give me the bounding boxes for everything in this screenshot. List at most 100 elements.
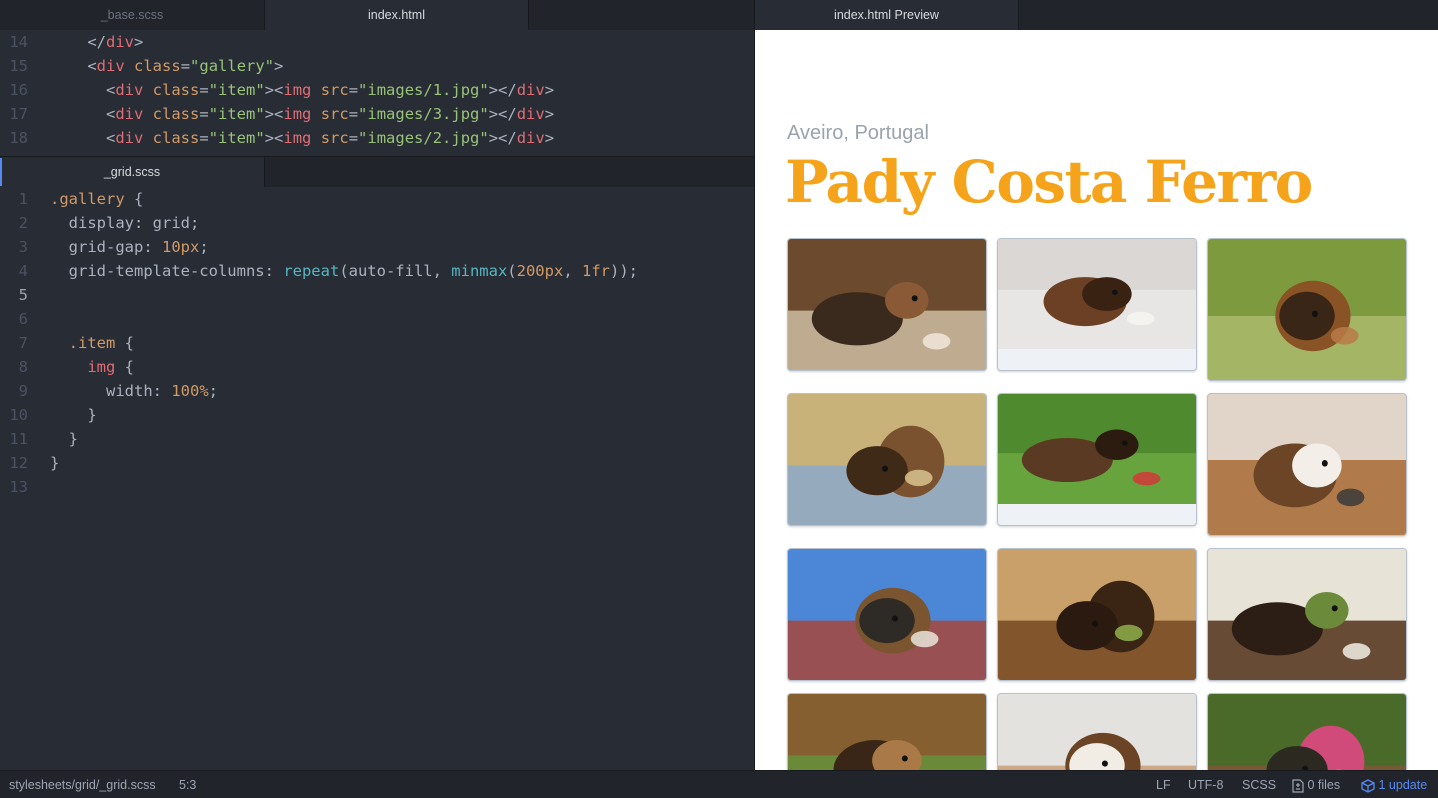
location-subtitle: Aveiro, Portugal (787, 122, 929, 144)
line-number: 12 (9, 454, 28, 472)
scss-editor[interactable]: 1 .gallery {2 display: grid; 3 grid-gap: 1… (0, 187, 754, 770)
gallery-photo (998, 549, 1196, 680)
line-number: 15 (9, 57, 28, 75)
tab-base-scss[interactable]: _base.scss (0, 0, 265, 30)
gallery-photo (788, 239, 986, 370)
tab-index-html[interactable]: index.html (265, 0, 529, 30)
gallery-photo (998, 694, 1196, 770)
code-text: <div class="gallery"> (50, 57, 284, 75)
code-text: img { (50, 358, 134, 376)
cursor-position[interactable]: 5:3 (179, 771, 196, 798)
gallery-photo (788, 394, 986, 525)
gallery-item[interactable] (787, 393, 987, 526)
code-line[interactable]: 18 <div class="item"><img src="images/2.… (0, 126, 754, 150)
grammar[interactable]: SCSS (1242, 771, 1276, 798)
code-text: .item { (50, 334, 134, 352)
code-line[interactable]: 3 grid-gap: 10px; (0, 235, 754, 259)
code-text: .gallery { (50, 190, 144, 208)
code-line[interactable]: 6 (0, 307, 754, 331)
gallery-grid (787, 238, 1408, 770)
code-line[interactable]: 14 </div> (0, 30, 754, 54)
code-line[interactable]: 1 .gallery { (0, 187, 754, 211)
gallery-photo (1208, 549, 1406, 680)
code-line[interactable]: 16 <div class="item"><img src="images/1.… (0, 78, 754, 102)
code-line[interactable]: 7 .item { (0, 331, 754, 355)
gallery-photo (1208, 239, 1406, 380)
package-icon (1361, 778, 1375, 793)
code-line[interactable]: 17 <div class="item"><img src="images/3.… (0, 102, 754, 126)
line-number: 10 (9, 406, 28, 424)
code-line[interactable]: 2 display: grid; (0, 211, 754, 235)
gallery-photo (998, 239, 1196, 349)
line-number: 8 (18, 358, 28, 376)
status-bar: stylesheets/grid/_grid.scss 5:3 LF UTF-8… (0, 770, 1438, 798)
right-tab-bar: index.html Preview (755, 0, 1438, 30)
code-text: } (50, 406, 97, 424)
code-text: display: grid; (50, 214, 200, 232)
line-number: 6 (18, 310, 28, 328)
gallery-item[interactable] (787, 548, 987, 681)
tab-grid-scss[interactable]: _grid.scss (0, 157, 265, 187)
git-files[interactable]: 0 files (1292, 771, 1340, 798)
page-title: Pady Costa Ferro (785, 148, 1313, 216)
html-editor[interactable]: 14 </div> 15 <div class="gallery"> 16 <div… (0, 30, 754, 156)
line-number: 3 (18, 238, 28, 256)
updates[interactable]: 1 update (1361, 771, 1427, 798)
line-number: 4 (18, 262, 28, 280)
gallery-item[interactable] (997, 548, 1197, 681)
gallery-item[interactable] (787, 693, 987, 770)
code-line[interactable]: 15 <div class="gallery"> (0, 54, 754, 78)
code-line[interactable]: 12} (0, 451, 754, 475)
code-text: <div class="item"><img src="images/3.jpg… (50, 105, 555, 123)
code-line[interactable]: 11 } (0, 427, 754, 451)
code-text: width: 100%; (50, 382, 218, 400)
line-number: 2 (18, 214, 28, 232)
gallery-photo (998, 394, 1196, 504)
file-diff-icon (1292, 779, 1304, 793)
tab-index-html-preview[interactable]: index.html Preview (755, 0, 1019, 30)
gallery-item[interactable] (1207, 548, 1407, 681)
line-number: 5 (18, 286, 28, 304)
line-number: 9 (18, 382, 28, 400)
line-number: 17 (9, 105, 28, 123)
code-line[interactable]: 9 width: 100%; (0, 379, 754, 403)
code-line[interactable]: 13 (0, 475, 754, 499)
gallery-item[interactable] (997, 693, 1197, 770)
scss-tab-bar: _grid.scss (0, 157, 754, 187)
gallery-item[interactable] (1207, 693, 1407, 770)
gallery-photo (1208, 694, 1406, 770)
code-line[interactable]: 4 grid-template-columns: repeat(auto-fil… (0, 259, 754, 283)
code-text: <div class="item"><img src="images/1.jpg… (50, 81, 555, 99)
line-number: 11 (9, 430, 28, 448)
gallery-item[interactable] (1207, 393, 1407, 536)
preview-pane: Aveiro, Portugal Pady Costa Ferro (755, 30, 1438, 770)
left-tab-bar: _base.scss index.html (0, 0, 754, 30)
line-ending[interactable]: LF (1156, 771, 1171, 798)
code-line[interactable]: 10 } (0, 403, 754, 427)
line-number: 16 (9, 81, 28, 99)
code-text: grid-template-columns: repeat(auto-fill,… (50, 262, 638, 280)
gallery-item[interactable] (997, 393, 1197, 526)
gallery-item[interactable] (787, 238, 987, 371)
line-number: 14 (9, 33, 28, 51)
gallery-photo (788, 694, 986, 770)
encoding[interactable]: UTF-8 (1188, 771, 1223, 798)
line-number: 1 (18, 190, 28, 208)
code-line[interactable]: 8 img { (0, 355, 754, 379)
code-text: } (50, 430, 78, 448)
line-number: 18 (9, 129, 28, 147)
line-number: 13 (9, 478, 28, 496)
gallery-photo (788, 549, 986, 680)
gallery-item[interactable] (997, 238, 1197, 371)
updates-label: 1 update (1378, 778, 1428, 792)
line-number: 7 (18, 334, 28, 352)
file-path[interactable]: stylesheets/grid/_grid.scss (9, 771, 156, 798)
git-files-label: 0 files (1307, 778, 1341, 792)
code-text: } (50, 454, 60, 472)
gallery-item[interactable] (1207, 238, 1407, 381)
code-text: </div> (87, 33, 144, 51)
code-text: grid-gap: 10px; (50, 238, 209, 256)
gallery-photo (1208, 394, 1406, 535)
code-line[interactable]: 5 (0, 283, 754, 307)
active-tab-indicator (0, 158, 2, 186)
